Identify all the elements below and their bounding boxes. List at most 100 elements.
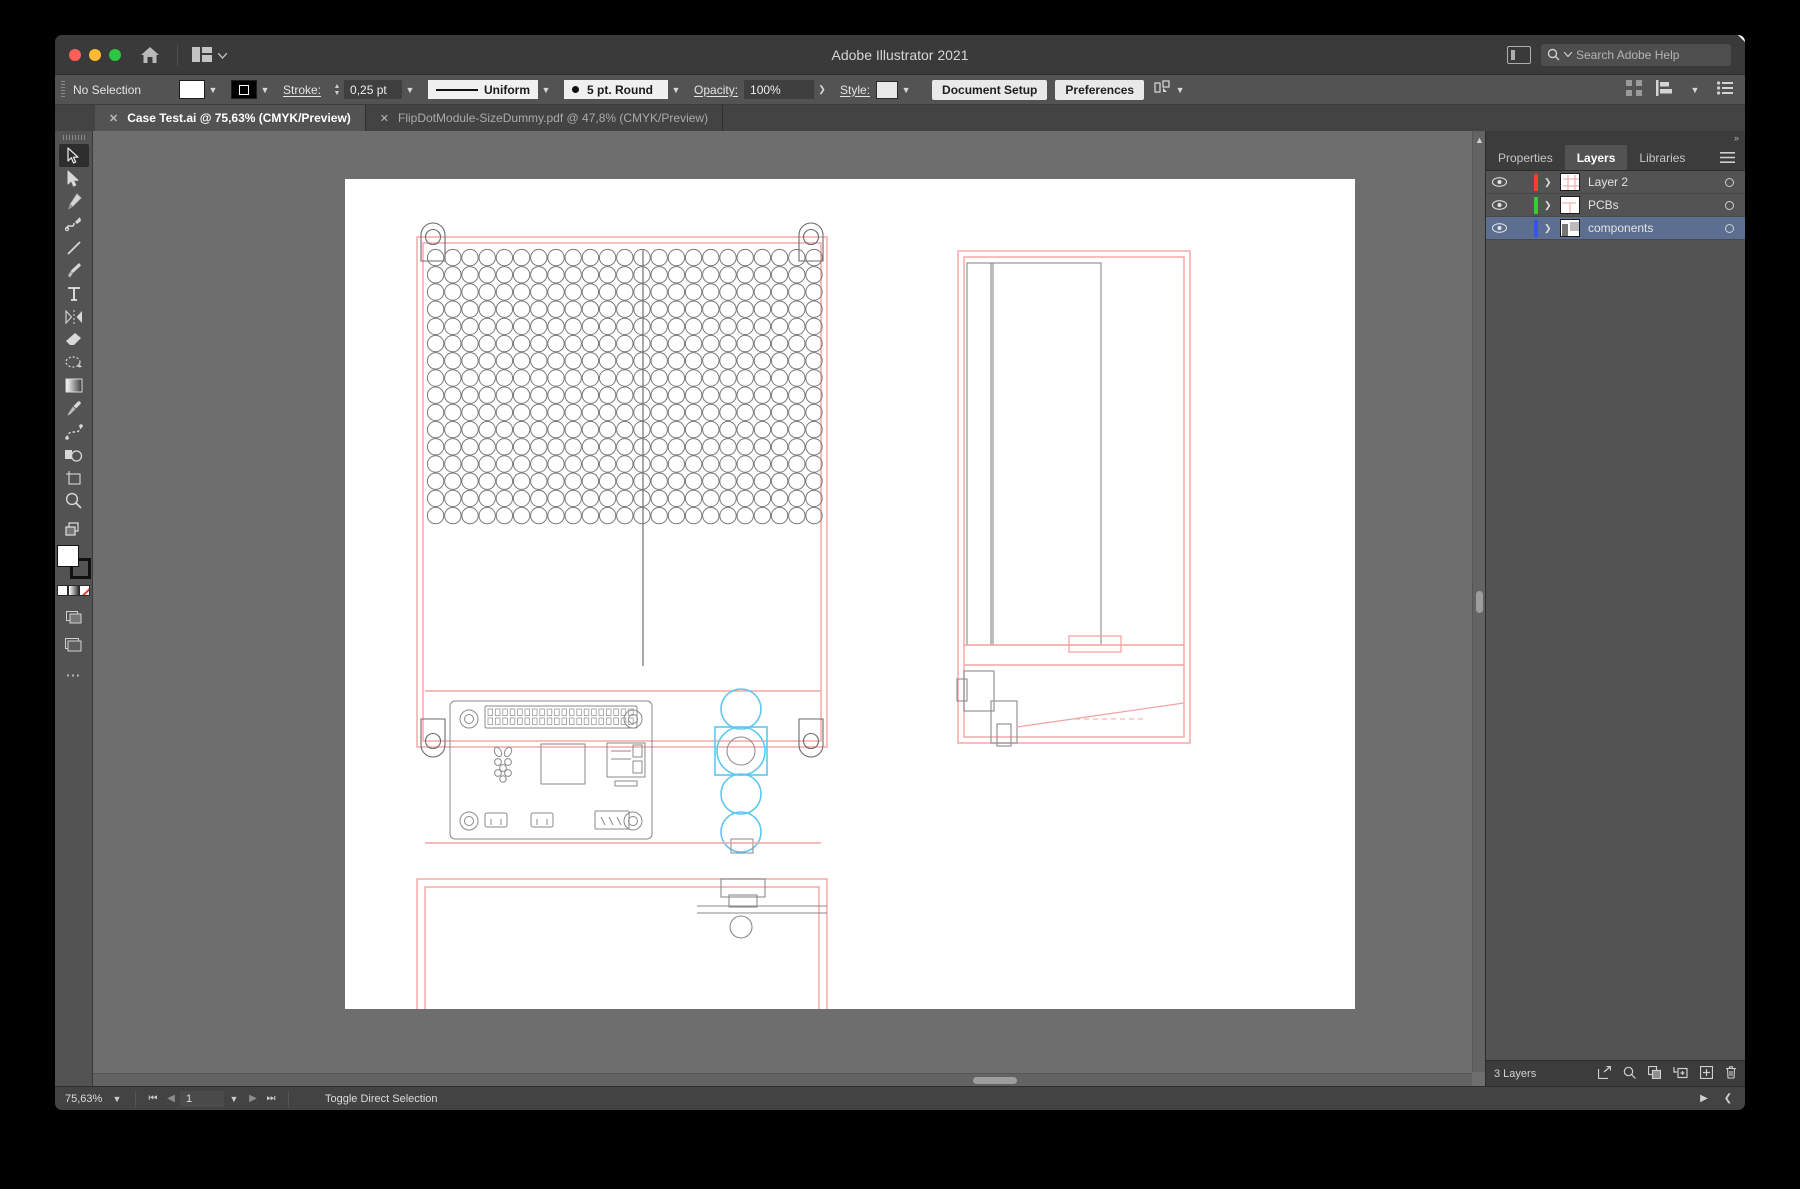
- collapse-panels-icon[interactable]: »: [1486, 131, 1745, 145]
- locate-object-icon[interactable]: [1623, 1066, 1636, 1082]
- arrange-documents-button[interactable]: [192, 46, 228, 64]
- align-panel-dropdown-icon[interactable]: ▼: [1687, 80, 1703, 99]
- opacity-label[interactable]: Opacity:: [694, 83, 738, 97]
- layer-name[interactable]: PCBs: [1588, 198, 1713, 212]
- expand-layer-icon[interactable]: ❯: [1544, 200, 1560, 211]
- panel-menu-icon[interactable]: [1710, 145, 1745, 170]
- stroke-profile-dropdown-icon[interactable]: ▼: [538, 80, 554, 99]
- options-list-icon[interactable]: [1717, 81, 1733, 98]
- release-to-layers-icon[interactable]: [1597, 1065, 1612, 1082]
- document-tab-flipdotmodule[interactable]: ✕ FlipDotModule-SizeDummy.pdf @ 47,8% (C…: [366, 105, 724, 131]
- create-new-layer-icon[interactable]: [1699, 1065, 1714, 1082]
- close-button[interactable]: [69, 48, 81, 61]
- document-tab-case-test[interactable]: ✕ Case Test.ai @ 75,63% (CMYK/Preview): [95, 105, 366, 131]
- stroke-profile-field[interactable]: Uniform: [428, 80, 539, 99]
- control-bar-grip[interactable]: [61, 80, 65, 99]
- visibility-eye-icon[interactable]: [1486, 177, 1512, 187]
- zoom-button[interactable]: [109, 48, 121, 61]
- align-to-selection-icon[interactable]: [1154, 80, 1172, 99]
- delete-layer-icon[interactable]: [1725, 1065, 1737, 1082]
- pen-tool[interactable]: [59, 190, 89, 213]
- stroke-dropdown-icon[interactable]: ▼: [257, 80, 273, 99]
- visibility-eye-icon[interactable]: [1486, 200, 1512, 210]
- direct-selection-tool[interactable]: [59, 167, 89, 190]
- layers-list[interactable]: ❯ Layer 2 ❯ PCBs ❯ components: [1486, 35, 1745, 1060]
- stroke-weight-stepper[interactable]: ▲ ▼: [331, 83, 343, 97]
- last-page-icon[interactable]: ⏭: [262, 1093, 280, 1104]
- zoom-tool[interactable]: [59, 489, 89, 512]
- shaper-tool[interactable]: [59, 351, 89, 374]
- layer-target-icon[interactable]: [1713, 223, 1745, 233]
- document-setup-button[interactable]: Document Setup: [932, 79, 1048, 100]
- artboard[interactable]: [345, 179, 1355, 1009]
- gradient-tool[interactable]: [59, 374, 89, 397]
- canvas-area[interactable]: ▲: [93, 131, 1485, 1086]
- layer-name[interactable]: components: [1588, 221, 1713, 235]
- create-new-sublayer-icon[interactable]: [1673, 1066, 1688, 1082]
- layer-row-layer-2[interactable]: ❯ Layer 2: [1486, 171, 1745, 194]
- canvas-vertical-scrollbar[interactable]: ▲: [1472, 131, 1485, 1072]
- stroke-weight-field[interactable]: 0,25 pt: [344, 80, 403, 99]
- horizontal-scroll-thumb[interactable]: [973, 1077, 1017, 1084]
- page-dropdown-icon[interactable]: ▼: [224, 1094, 244, 1104]
- eraser-tool[interactable]: [59, 328, 89, 351]
- visibility-eye-icon[interactable]: [1486, 223, 1512, 233]
- close-tab-icon[interactable]: ✕: [109, 112, 118, 125]
- status-prev-icon[interactable]: ❮: [1719, 1093, 1737, 1104]
- stroke-weight-dropdown-icon[interactable]: ▼: [402, 80, 418, 99]
- fill-dropdown-icon[interactable]: ▼: [205, 80, 221, 99]
- expand-layer-icon[interactable]: ❯: [1544, 223, 1560, 234]
- previous-page-icon[interactable]: ◀: [162, 1093, 180, 1104]
- layer-target-icon[interactable]: [1713, 200, 1745, 210]
- gradient-swatch-icon[interactable]: [68, 585, 79, 596]
- expand-layer-icon[interactable]: ❯: [1544, 177, 1560, 188]
- scroll-up-icon[interactable]: ▲: [1475, 135, 1484, 145]
- make-clipping-mask-icon[interactable]: [1647, 1065, 1662, 1082]
- fill-stroke-swatches[interactable]: [56, 545, 91, 579]
- opacity-options-icon[interactable]: ❯: [814, 80, 830, 99]
- align-panel-icon[interactable]: [1656, 80, 1673, 99]
- opacity-field[interactable]: 100%: [744, 80, 815, 99]
- selection-tool[interactable]: [58, 144, 89, 167]
- shape-builder-tool[interactable]: [59, 443, 89, 466]
- curvature-tool[interactable]: [59, 213, 89, 236]
- group-selection-tool[interactable]: [59, 518, 89, 541]
- blend-tool[interactable]: [59, 420, 89, 443]
- window-controls[interactable]: [69, 48, 121, 61]
- style-dropdown-icon[interactable]: ▼: [898, 80, 914, 99]
- color-swatch-icon[interactable]: [57, 585, 68, 596]
- stroke-swatch[interactable]: [231, 80, 257, 99]
- zoom-level[interactable]: 75,63%: [55, 1093, 107, 1105]
- layer-row-pcbs[interactable]: ❯ PCBs: [1486, 194, 1745, 217]
- canvas-horizontal-scrollbar[interactable]: [93, 1073, 1472, 1086]
- panel-toggle-icon[interactable]: [1507, 45, 1531, 64]
- close-tab-icon[interactable]: ✕: [380, 112, 389, 125]
- reflect-tool[interactable]: [59, 305, 89, 328]
- layer-target-icon[interactable]: [1713, 177, 1745, 187]
- tab-libraries[interactable]: Libraries: [1627, 145, 1697, 170]
- drawing-mode-icon[interactable]: [59, 606, 89, 629]
- brush-definition-field[interactable]: 5 pt. Round: [564, 80, 669, 99]
- arrange-grid-icon[interactable]: [1626, 80, 1642, 99]
- screen-mode-icon[interactable]: [59, 633, 89, 656]
- first-page-icon[interactable]: ⏮: [144, 1093, 162, 1104]
- type-tool[interactable]: [59, 282, 89, 305]
- style-label[interactable]: Style:: [840, 83, 870, 97]
- search-input[interactable]: Search Adobe Help: [1541, 43, 1731, 66]
- minimize-button[interactable]: [89, 48, 101, 61]
- eyedropper-tool[interactable]: [59, 397, 89, 420]
- vertical-scroll-thumb[interactable]: [1476, 591, 1483, 613]
- status-next-icon[interactable]: ▶: [1695, 1093, 1713, 1104]
- brush-dropdown-icon[interactable]: ▼: [668, 80, 684, 99]
- zoom-dropdown-icon[interactable]: ▼: [107, 1094, 127, 1104]
- preferences-button[interactable]: Preferences: [1055, 79, 1145, 100]
- stroke-label[interactable]: Stroke:: [283, 83, 321, 97]
- tool-panel-grip[interactable]: [62, 135, 85, 140]
- none-swatch-icon[interactable]: [79, 585, 90, 596]
- fill-swatch[interactable]: [179, 80, 205, 99]
- next-page-icon[interactable]: ▶: [244, 1093, 262, 1104]
- fill-color-swatch[interactable]: [56, 545, 79, 567]
- page-field[interactable]: 1: [180, 1090, 224, 1107]
- artboard-tool[interactable]: [59, 466, 89, 489]
- layer-name[interactable]: Layer 2: [1588, 175, 1713, 189]
